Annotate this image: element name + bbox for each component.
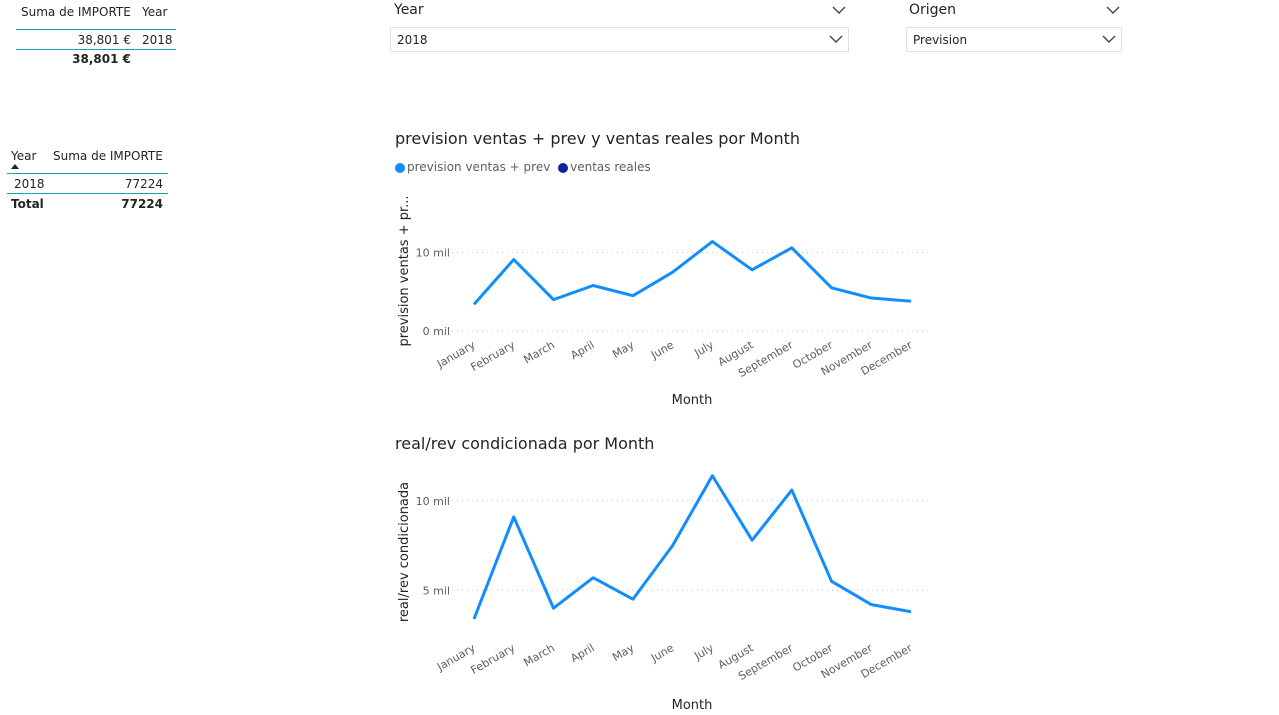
y-tick-label: 10 mil [416,247,450,260]
legend-label-ventas-reales: ventas reales [570,160,651,174]
table-left-row-divider [7,193,168,194]
legend-item-prevision[interactable]: prevision ventas + prev [395,160,554,174]
table-top-cell-importe: 38,801 € [77,33,131,47]
series-line [472,240,912,306]
data-point [473,617,476,620]
data-point [711,240,714,243]
legend-dot-icon [395,162,405,173]
series-line [472,474,912,620]
x-tick-label: May [610,641,637,664]
data-point [870,297,873,300]
legend-label-prevision: prevision ventas + prev [407,160,551,174]
data-point [592,576,595,579]
chart1-legend: prevision ventas + prev ventas reales [395,160,651,174]
y-axis-title: prevision ventas + pr... [397,195,412,346]
data-point [830,286,833,289]
slicer-origen-dropdown[interactable]: Prevision [906,27,1122,52]
chart2-line-chart[interactable]: 5 mil10 milJanuaryFebruary March April May J… [380,465,940,715]
data-point [552,298,555,301]
data-point [552,607,555,610]
chevron-down-icon[interactable] [829,34,843,44]
data-point [790,246,793,249]
x-tick-label: March [521,641,557,669]
slicer-year-dropdown[interactable]: 2018 [390,27,849,52]
chevron-down-icon[interactable] [1106,5,1120,15]
data-point [910,610,913,613]
table-top-cell-year: 2018 [142,33,173,47]
x-tick-label: March [521,338,557,366]
y-tick-label: 0 mil [423,325,450,338]
slicer-origen-title: Origen [909,2,957,18]
data-point [671,544,674,547]
data-point [631,294,634,297]
y-tick-label: 5 mil [423,584,450,597]
x-tick-label: July [691,641,716,663]
x-tick-label: May [610,338,637,361]
slicer-origen-value: Prevision [913,33,968,47]
table-top-total: 38,801 € [72,52,131,66]
y-tick-label: 10 mil [416,495,450,508]
table-top-header-year[interactable]: Year [142,5,167,19]
table-left-total-value: 77224 [121,197,163,211]
table-left-cell-importe: 77224 [124,177,163,191]
table-top-row-divider [16,49,176,50]
legend-dot-icon [558,162,569,173]
x-tick-label: June [648,338,676,362]
x-tick-label: February [469,641,518,677]
data-point [910,300,913,303]
x-axis-title: Month [672,393,713,408]
y-axis-title: real/rev condicionada [397,482,412,622]
table-left-header-divider [7,173,168,174]
x-tick-label: April [568,338,596,362]
table-left-cell-year: 2018 [14,177,45,191]
table-left-header-year[interactable]: Year [11,149,36,163]
data-point [671,271,674,274]
data-point [790,489,793,492]
x-tick-label: July [691,338,716,360]
data-point [830,580,833,583]
x-tick-label: February [469,338,518,374]
data-point [592,284,595,287]
x-tick-label: April [568,641,596,665]
data-point [512,515,515,518]
x-tick-label: June [648,641,676,665]
data-point [631,598,634,601]
table-left-total-label: Total [11,197,44,211]
chevron-down-icon[interactable] [832,5,846,15]
chevron-down-icon[interactable] [1102,34,1116,44]
data-point [751,268,754,271]
data-point [751,539,754,542]
chart2-title: real/rev condicionada por Month [395,434,655,453]
slicer-year-title: Year [394,2,424,18]
chart1-line-chart[interactable]: 0 mil10 milJanuaryFebruary March April May J… [380,180,940,415]
data-point [512,258,515,261]
chart1-title: prevision ventas + prev y ventas reales … [395,129,801,148]
table-top-header-importe[interactable]: Suma de IMPORTE [21,5,131,19]
x-axis-title: Month [672,698,713,713]
table-top-header-divider [16,29,176,30]
legend-item-ventas-reales[interactable]: ventas reales [558,160,651,174]
data-point [473,303,476,306]
data-point [870,603,873,606]
slicer-year-value: 2018 [397,33,428,47]
sort-ascending-icon [11,164,19,169]
table-left-header-importe[interactable]: Suma de IMPORTE [53,149,163,163]
data-point [711,474,714,477]
